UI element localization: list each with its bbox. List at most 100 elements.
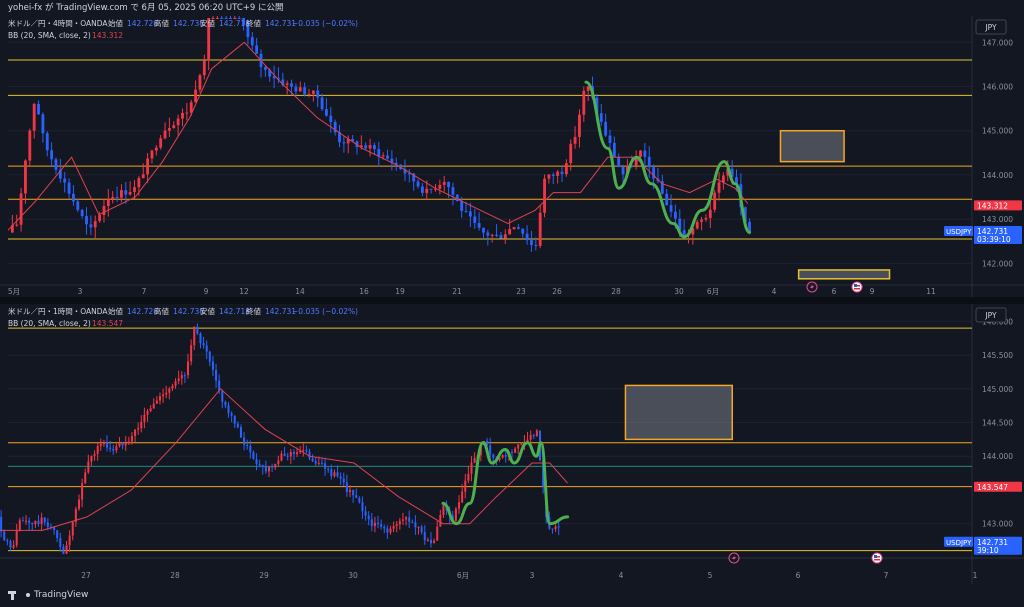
candle-body (554, 526, 557, 530)
candle (361, 496, 364, 519)
candle (90, 455, 93, 466)
chart-1h-svg[interactable]: 146.000145.500145.000144.500144.000143.0… (0, 304, 1024, 584)
candle-body (124, 190, 128, 195)
supply-zone-box[interactable] (624, 384, 734, 441)
candle-body (451, 187, 455, 195)
candle (54, 157, 58, 175)
candle-body (473, 457, 476, 463)
candle-body (72, 193, 75, 202)
zigzag-drawing[interactable] (584, 80, 752, 239)
candle (177, 370, 180, 385)
candle-body (392, 526, 395, 529)
candle-body (198, 75, 202, 90)
candle-body (102, 206, 106, 216)
candle (40, 512, 43, 531)
candle-body (208, 351, 211, 362)
candle (76, 199, 80, 212)
candle (608, 129, 612, 149)
chart-pane-4h[interactable]: 147.000 146.000 145.000 144.000 143.000 142.0… (0, 0, 1024, 311)
pane-divider[interactable] (0, 297, 1024, 304)
candle-body (377, 149, 381, 157)
candle-body (508, 229, 512, 235)
candle (333, 469, 336, 478)
candle-body (199, 333, 202, 344)
candle (24, 159, 27, 204)
candle-body (307, 93, 311, 95)
chart-4h-svg[interactable]: 147.000 146.000 145.000 144.000 143.000 142.0… (0, 0, 1024, 311)
candle-body (454, 508, 457, 521)
candle (717, 172, 721, 201)
candle-body (154, 147, 158, 151)
candle-body (317, 462, 320, 464)
legend-ohlc-key: 終値 (246, 18, 261, 28)
candle (467, 465, 470, 484)
candle (37, 514, 40, 527)
candle (274, 463, 277, 470)
candle-body (176, 118, 180, 126)
candle (21, 516, 24, 522)
candle (564, 159, 568, 177)
candle (93, 450, 96, 461)
candle (345, 474, 348, 497)
candle (411, 519, 414, 523)
candle (665, 189, 669, 206)
currency-label[interactable]: JPY (984, 23, 997, 32)
x-tick-label: 14 (295, 287, 305, 296)
candle-body (573, 136, 577, 144)
candle-body (551, 528, 554, 530)
flag-canton-icon (874, 555, 877, 558)
x-tick-label: 5月 (8, 287, 20, 296)
candle-body (263, 67, 267, 70)
candle-body (411, 521, 414, 523)
candle-body (358, 497, 361, 503)
candle-body (501, 455, 504, 458)
price-tag-label: 143.547 (977, 483, 1008, 492)
candle-body (50, 150, 54, 160)
flag-canton-icon (854, 284, 857, 287)
chart-pane-1h[interactable]: 146.000145.500145.000144.500144.000143.0… (0, 304, 1024, 584)
candle (390, 150, 394, 171)
candle (578, 109, 581, 148)
candle (358, 496, 361, 504)
candle-body (352, 490, 355, 496)
tradingview-logo[interactable]: TradingView (8, 590, 88, 600)
candle (532, 433, 535, 440)
candle (267, 466, 271, 478)
y-tick-label: 143.000 (982, 520, 1013, 529)
price-axis[interactable] (972, 16, 1024, 311)
candle-body (529, 435, 532, 440)
candle (50, 142, 54, 166)
candle-body (647, 156, 651, 168)
x-tick-label: 30 (674, 287, 684, 296)
candle (367, 511, 370, 526)
candle-body (174, 381, 177, 386)
candle-body (90, 455, 93, 462)
candle (59, 532, 62, 552)
currency-label[interactable]: JPY (984, 311, 997, 320)
candle (535, 429, 538, 437)
x-tick-label: 5 (708, 571, 713, 580)
candle (329, 106, 333, 133)
candle-body (255, 45, 259, 54)
candle-body (477, 222, 481, 228)
candle-body (395, 524, 398, 527)
candle-body (368, 145, 372, 149)
candle-body (292, 452, 295, 454)
candle-body (25, 520, 28, 522)
candle-body (71, 521, 74, 536)
candle-body (37, 103, 40, 115)
supply-zone-box[interactable] (779, 129, 845, 163)
supply-zone-box[interactable] (797, 269, 891, 280)
candle-body (102, 442, 105, 445)
candle-body (303, 87, 307, 95)
candle-body (557, 526, 560, 528)
candle-body (383, 526, 386, 529)
candle-body (423, 532, 426, 541)
candle-body (250, 37, 254, 46)
candle (263, 65, 267, 77)
candle (31, 522, 34, 531)
candle (543, 174, 546, 218)
candle (65, 540, 68, 554)
candle (325, 98, 328, 117)
candle (439, 509, 442, 527)
